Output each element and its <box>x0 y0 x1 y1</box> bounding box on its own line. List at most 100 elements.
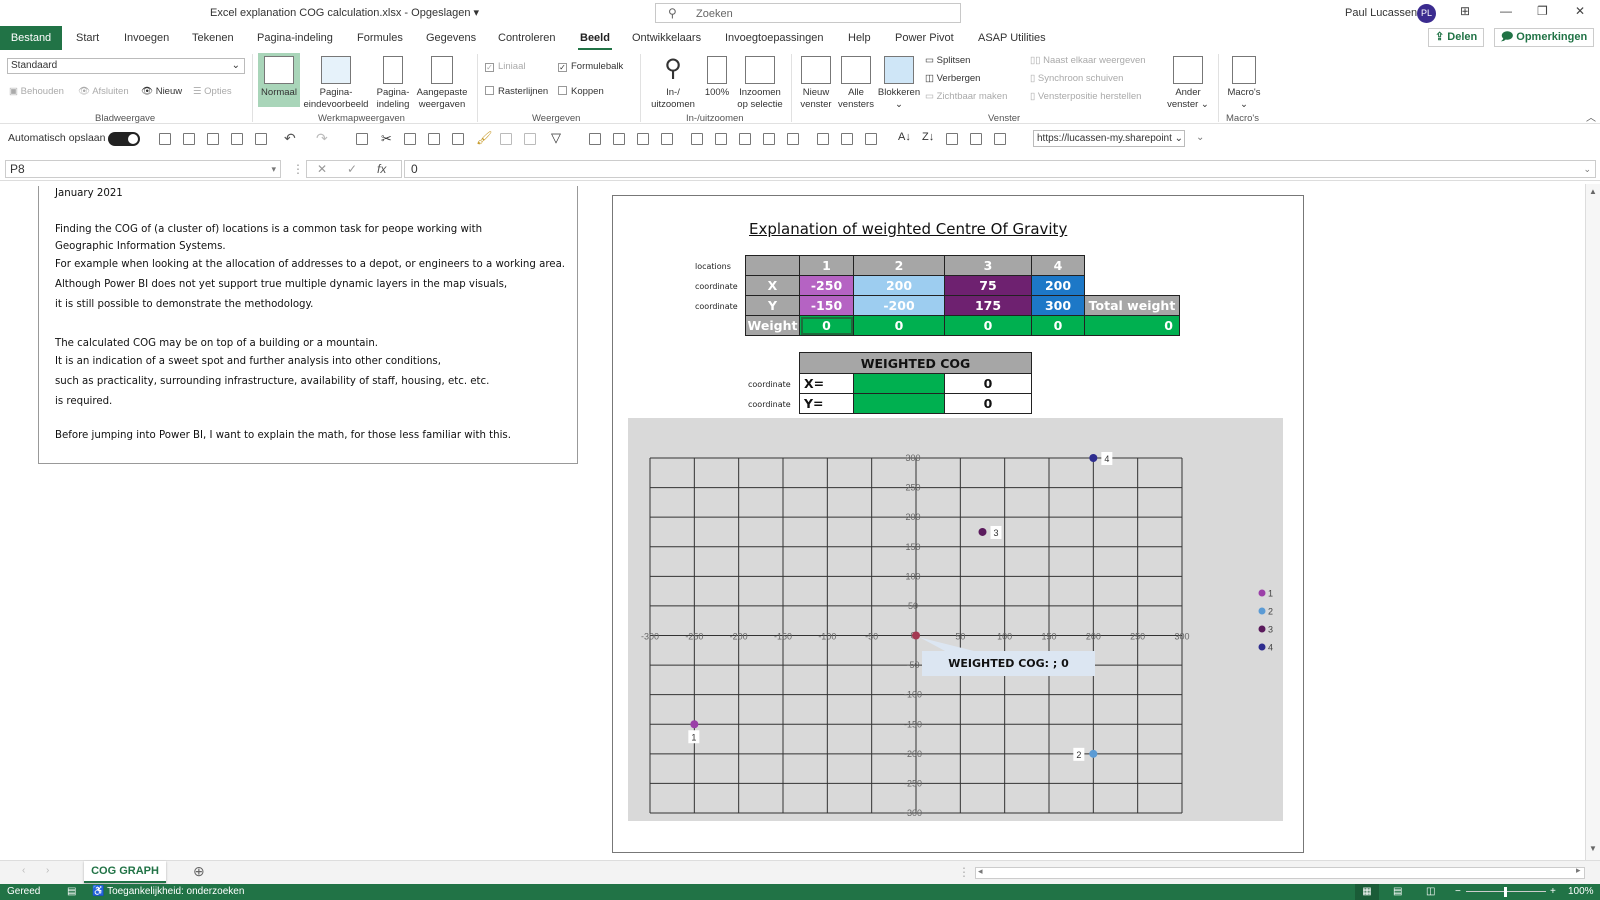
paste-picture-icon[interactable] <box>452 133 464 145</box>
sort-za-icon[interactable]: Z↓ <box>922 131 934 143</box>
scroll-up-icon[interactable]: ▲ <box>1589 187 1597 196</box>
search-box[interactable]: ⚲ Zoeken <box>655 3 961 23</box>
formula-bar-checkbox[interactable]: ✓ Formulebalk <box>558 60 623 74</box>
table-cell[interactable] <box>853 373 945 394</box>
keep-button[interactable]: ▣ Behouden <box>9 85 64 99</box>
macros-button[interactable]: Macro's ⌄ <box>1222 56 1266 111</box>
align-icon[interactable] <box>715 133 727 145</box>
scatter-chart[interactable]: -300-250-200-150-100-5005010015020025030… <box>628 418 1283 821</box>
splitter-handle-icon[interactable]: ⋮ <box>958 865 970 879</box>
paste-special-icon[interactable] <box>500 133 512 145</box>
tab-ontwikkelaars[interactable]: Ontwikkelaars <box>630 26 703 50</box>
paste-values-icon[interactable] <box>428 133 440 145</box>
table-cell[interactable]: 200 <box>1031 275 1085 296</box>
folder-icon[interactable] <box>255 133 267 145</box>
avatar[interactable]: PL <box>1417 4 1436 23</box>
new-file-icon[interactable] <box>159 133 171 145</box>
macro-record-icon[interactable]: ▤ <box>67 884 76 900</box>
custom-views-button[interactable]: Aangepaste weergaven <box>414 56 470 111</box>
sort-az-icon[interactable]: A↓ <box>898 131 911 143</box>
table-cell[interactable] <box>853 393 945 414</box>
normal-view-button[interactable]: Normaal <box>258 53 300 107</box>
next-sheet-icon[interactable]: › <box>46 865 49 876</box>
sheet-tab-cog-graph[interactable]: COG GRAPH <box>84 861 166 883</box>
table-cell[interactable]: Y <box>745 295 800 316</box>
zoom-out-icon[interactable]: − <box>1455 884 1461 900</box>
merge-icon[interactable] <box>817 133 829 145</box>
accessibility-icon[interactable]: ♿ Toegankelijkheid: onderzoeken <box>92 884 244 900</box>
tab-invoegtoepassingen[interactable]: Invoegtoepassingen <box>723 26 825 50</box>
tab-pagina-indeling[interactable]: Pagina-indeling <box>255 26 335 50</box>
gridlines-checkbox[interactable]: Rasterlijnen <box>485 85 548 99</box>
document-title[interactable]: Excel explanation COG calculation.xlsx -… <box>210 6 479 19</box>
formula-input[interactable]: 0 ⌄ <box>404 160 1596 178</box>
wrap-icon[interactable] <box>691 133 703 145</box>
expand-formula-icon[interactable]: ⌄ <box>1583 161 1591 177</box>
table-cell[interactable]: 0 <box>944 315 1032 336</box>
drag-handle-icon[interactable]: ⋮ <box>292 162 304 176</box>
filter-icon[interactable]: ▽ <box>551 130 561 146</box>
selected-cell[interactable]: 0 <box>799 315 854 336</box>
table-cell[interactable] <box>745 255 800 276</box>
share-button[interactable]: ⇪ Delen <box>1428 28 1485 47</box>
enter-icon[interactable]: ✓ <box>347 162 357 176</box>
table-cell[interactable]: Y= <box>799 393 854 414</box>
vertical-scrollbar[interactable]: ▲ ▼ <box>1585 184 1600 860</box>
table-cell[interactable]: 3 <box>944 255 1032 276</box>
format-painter-icon[interactable]: 🖌 <box>476 130 493 146</box>
side-by-side-button[interactable]: ▯▯ Naast elkaar weergeven <box>1030 54 1146 68</box>
zoom-in-icon[interactable]: + <box>1550 884 1556 900</box>
zoom-button[interactable]: ⚲ In-/uitzoomen <box>645 56 701 111</box>
table-cell[interactable]: 0 <box>944 393 1032 414</box>
align-icon[interactable] <box>739 133 751 145</box>
table-cell[interactable]: 300 <box>1031 295 1085 316</box>
open-icon[interactable] <box>231 133 243 145</box>
collapse-ribbon-icon[interactable]: ︿ <box>1586 109 1596 124</box>
save-as-icon[interactable] <box>207 133 219 145</box>
inside-borders-icon[interactable] <box>637 133 649 145</box>
tab-help[interactable]: Help <box>846 26 873 50</box>
table-cell[interactable]: 0 <box>1031 315 1085 336</box>
zoom-slider-thumb[interactable] <box>1504 887 1507 897</box>
close-icon[interactable]: ✕ <box>1575 4 1585 18</box>
table-cell[interactable]: 200 <box>853 275 945 296</box>
url-select[interactable]: https://lucassen-my.sharepoint ⌄ <box>1033 130 1185 147</box>
save-icon[interactable] <box>183 133 195 145</box>
page-break-preview-button[interactable]: Pagina-eindevoorbeeld <box>302 56 370 111</box>
split-button[interactable]: ▭ Splitsen <box>925 54 970 68</box>
undo-icon[interactable]: ↶ <box>284 130 296 147</box>
new-window-button[interactable]: Nieuw venster <box>796 56 836 111</box>
table-cell[interactable]: -250 <box>799 275 854 296</box>
table-cell[interactable]: Total weight <box>1084 295 1180 316</box>
table-cell[interactable]: 4 <box>1031 255 1085 276</box>
tab-start[interactable]: Start <box>74 26 101 50</box>
explanation-textbox[interactable]: January 2021 Finding the COG of (a clust… <box>38 186 578 464</box>
paste-link-icon[interactable] <box>524 133 536 145</box>
copy-icon[interactable] <box>356 133 368 145</box>
merge-icon[interactable] <box>841 133 853 145</box>
table-cell[interactable]: 0 <box>944 373 1032 394</box>
tab-power-pivot[interactable]: Power Pivot <box>893 26 956 50</box>
align-icon[interactable] <box>763 133 775 145</box>
table-cell[interactable]: 0 <box>853 315 945 336</box>
minimize-icon[interactable]: — <box>1500 4 1512 18</box>
scroll-left-icon[interactable]: ◂ <box>978 866 983 877</box>
merge-icon[interactable] <box>865 133 877 145</box>
redo-icon[interactable]: ↷ <box>316 130 328 147</box>
freeze-panes-button[interactable]: Blokkeren ⌄ <box>876 56 922 111</box>
table-cell[interactable]: Weight <box>745 315 800 336</box>
name-box[interactable]: P8 ▾ <box>5 160 281 178</box>
tab-bestand[interactable]: Bestand <box>0 26 62 50</box>
switch-window-button[interactable]: Ander venster ⌄ <box>1166 56 1210 111</box>
zoom-100-button[interactable]: 100% <box>702 56 732 99</box>
sync-scroll-button[interactable]: ▯ Synchroon schuiven <box>1030 72 1123 86</box>
cut-icon[interactable]: ✂ <box>381 131 392 147</box>
unhide-button[interactable]: ▭ Zichtbaar maken <box>925 90 1007 104</box>
horizontal-scrollbar[interactable]: ◂ <box>975 866 1585 879</box>
table-cell[interactable]: 175 <box>944 295 1032 316</box>
table-cell[interactable]: -200 <box>853 295 945 316</box>
align-icon[interactable] <box>787 133 799 145</box>
table-cell[interactable]: X <box>745 275 800 296</box>
customize-qat-icon[interactable]: ⌄ <box>1196 132 1204 143</box>
chart-icon[interactable] <box>946 133 958 145</box>
